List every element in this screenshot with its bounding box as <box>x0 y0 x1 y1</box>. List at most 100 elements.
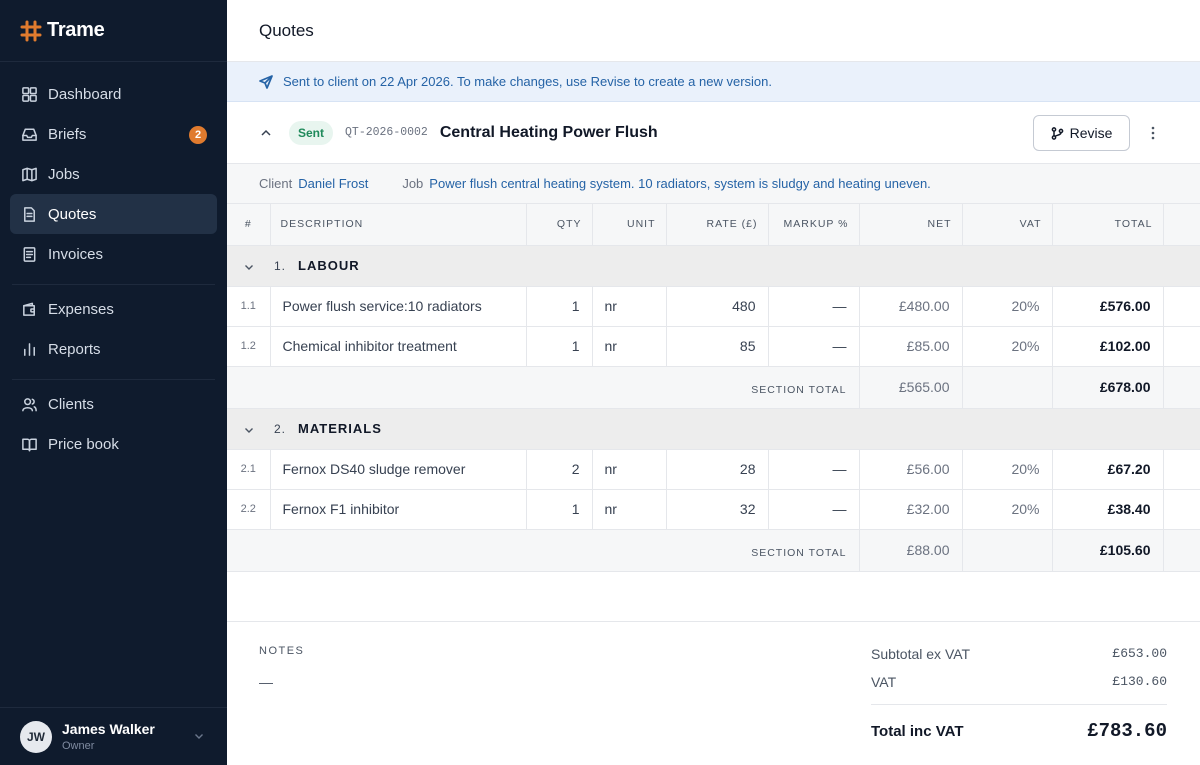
sidebar: Trame Dashboard Briefs 2 Jobs Quotes Inv… <box>0 0 227 765</box>
row-actions <box>1163 449 1200 490</box>
row-number: 1.2 <box>227 326 271 367</box>
row-actions <box>1163 286 1200 327</box>
nav-group-finance: Expenses Reports <box>0 289 227 369</box>
table-row[interactable]: 2.1 Fernox DS40 sludge remover 2 nr 28 —… <box>227 449 1200 490</box>
revise-button[interactable]: Revise <box>1033 115 1130 151</box>
row-unit[interactable]: nr <box>592 489 667 530</box>
job-link[interactable]: Power flush central heating system. 10 r… <box>429 176 931 191</box>
row-number: 2.1 <box>227 449 271 490</box>
row-description[interactable]: Fernox F1 inhibitor <box>270 489 527 530</box>
row-unit[interactable]: nr <box>592 449 667 490</box>
user-menu[interactable]: JW James Walker Owner <box>0 707 227 765</box>
sidebar-item-jobs[interactable]: Jobs <box>10 154 217 194</box>
quote-number: QT-2026-0002 <box>345 126 428 139</box>
row-total: £38.40 <box>1052 489 1164 530</box>
sidebar-item-dashboard[interactable]: Dashboard <box>10 74 217 114</box>
chevron-up-icon[interactable] <box>259 126 273 140</box>
row-net: £85.00 <box>859 326 963 367</box>
row-actions <box>1163 326 1200 367</box>
col-description: DESCRIPTION <box>270 204 527 246</box>
section-vat-total <box>962 366 1053 409</box>
row-description[interactable]: Chemical inhibitor treatment <box>270 326 527 367</box>
row-markup[interactable]: — <box>768 286 860 327</box>
row-rate[interactable]: 85 <box>666 326 769 367</box>
users-icon <box>20 395 38 413</box>
table-row[interactable]: 2.2 Fernox F1 inhibitor 1 nr 32 — £32.00… <box>227 489 1200 530</box>
app-name: Trame <box>47 19 105 41</box>
row-unit[interactable]: nr <box>592 286 667 327</box>
row-vat[interactable]: 20% <box>962 326 1053 367</box>
col-qty: QTY <box>526 204 593 246</box>
subtotal-value: £653.00 <box>1112 646 1167 661</box>
row-description[interactable]: Power flush service:10 radiators <box>270 286 527 327</box>
row-net: £56.00 <box>859 449 963 490</box>
sidebar-item-briefs[interactable]: Briefs 2 <box>10 114 217 154</box>
row-qty[interactable]: 1 <box>526 286 593 327</box>
sidebar-item-label: Quotes <box>48 205 97 223</box>
row-markup[interactable]: — <box>768 326 860 367</box>
row-markup[interactable]: — <box>768 489 860 530</box>
row-rate[interactable]: 28 <box>666 449 769 490</box>
invoice-icon <box>20 245 38 263</box>
section-total-label: SECTION TOTAL <box>227 366 860 409</box>
client-link[interactable]: Daniel Frost <box>298 176 368 191</box>
section-total-spacer <box>1163 529 1200 572</box>
col-num: # <box>227 204 271 246</box>
col-net: NET <box>859 204 963 246</box>
section-vat-total <box>962 529 1053 572</box>
section-toggle[interactable] <box>227 408 270 450</box>
row-rate[interactable]: 32 <box>666 489 769 530</box>
row-total: £102.00 <box>1052 326 1164 367</box>
row-actions <box>1163 489 1200 530</box>
document-icon <box>20 205 38 223</box>
section-index: 2. <box>274 422 287 436</box>
section-name: LABOUR <box>298 258 360 273</box>
row-vat[interactable]: 20% <box>962 286 1053 327</box>
brand[interactable]: Trame <box>0 0 227 62</box>
grand-total-row: Total inc VAT £783.60 <box>871 720 1167 742</box>
section-header[interactable]: 1. LABOUR <box>227 245 1200 287</box>
sidebar-item-label: Clients <box>48 395 94 413</box>
sidebar-item-expenses[interactable]: Expenses <box>10 289 217 329</box>
row-unit[interactable]: nr <box>592 326 667 367</box>
table-row[interactable]: 1.2 Chemical inhibitor treatment 1 nr 85… <box>227 326 1200 367</box>
col-total: TOTAL <box>1052 204 1164 246</box>
row-qty[interactable]: 2 <box>526 449 593 490</box>
vat-row: VAT £130.60 <box>871 674 1167 690</box>
chevron-down-icon <box>195 734 203 739</box>
chevron-down-icon <box>244 427 253 433</box>
row-qty[interactable]: 1 <box>526 326 593 367</box>
hash-logo-icon <box>20 20 42 41</box>
section-toggle[interactable] <box>227 245 270 287</box>
section-total-label: SECTION TOTAL <box>227 529 860 572</box>
sidebar-item-clients[interactable]: Clients <box>10 384 217 424</box>
sidebar-item-price-book[interactable]: Price book <box>10 424 217 464</box>
section-index: 1. <box>274 259 287 273</box>
section-name: MATERIALS <box>298 421 382 436</box>
row-vat[interactable]: 20% <box>962 489 1053 530</box>
grid-icon <box>20 85 38 103</box>
row-total: £67.20 <box>1052 449 1164 490</box>
vat-label: VAT <box>871 674 897 690</box>
book-icon <box>20 435 38 453</box>
table-row[interactable]: 1.1 Power flush service:10 radiators 1 n… <box>227 286 1200 327</box>
row-description[interactable]: Fernox DS40 sludge remover <box>270 449 527 490</box>
revise-label: Revise <box>1069 125 1113 141</box>
row-net: £32.00 <box>859 489 963 530</box>
sidebar-item-label: Reports <box>48 340 101 358</box>
section-total: £105.60 <box>1052 529 1164 572</box>
sidebar-item-quotes[interactable]: Quotes <box>10 194 217 234</box>
row-rate[interactable]: 480 <box>666 286 769 327</box>
row-qty[interactable]: 1 <box>526 489 593 530</box>
row-markup[interactable]: — <box>768 449 860 490</box>
sidebar-item-reports[interactable]: Reports <box>10 329 217 369</box>
section-header[interactable]: 2. MATERIALS <box>227 408 1200 450</box>
row-vat[interactable]: 20% <box>962 449 1053 490</box>
more-options-icon[interactable] <box>1144 124 1162 142</box>
sidebar-item-invoices[interactable]: Invoices <box>10 234 217 274</box>
row-total: £576.00 <box>1052 286 1164 327</box>
grand-total-value: £783.60 <box>1087 720 1167 742</box>
section-total-row: SECTION TOTAL £88.00 £105.60 <box>227 529 1200 572</box>
col-rate: RATE (£) <box>666 204 769 246</box>
notes-value[interactable]: — <box>259 674 273 690</box>
